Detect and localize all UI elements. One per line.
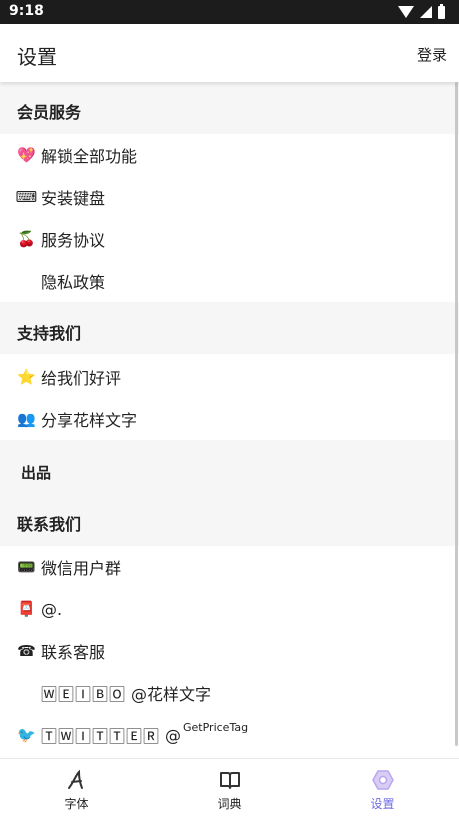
service-agreement-item[interactable]: 🍒 服务协议 (0, 218, 459, 260)
tab-label: 字体 (64, 797, 89, 811)
item-label: 联系客服 (41, 643, 106, 662)
item-label: 分享花样文字 (41, 411, 138, 430)
battery-icon (438, 3, 445, 19)
status-bar: 9:18 (0, 0, 459, 24)
star-icon: ⭐ (17, 367, 36, 386)
people-icon: 👥 (17, 409, 36, 428)
tab-dictionary[interactable]: 词典 (153, 759, 306, 817)
keyboard-icon: ⌨ (15, 187, 38, 206)
weibo-label: 🅆🄴🄸🄱🄾 (41, 685, 127, 704)
twitter-handle-sup: GetPriceTag (183, 720, 249, 734)
missing-glyph-icon (17, 272, 36, 291)
app-bar: 设置 登录 (0, 24, 459, 82)
section-header-member: 会员服务 (0, 82, 459, 134)
settings-list[interactable]: 会员服务 💖 解锁全部功能 ⌨ 安装键盘 🍒 服务协议 隐私政策 支持我们 ⭐ … (0, 82, 459, 758)
item-label: 服务协议 (41, 231, 106, 250)
credit-suffix: 出品 (21, 463, 52, 482)
pager-icon: 📟 (17, 557, 36, 576)
item-label: 解锁全部功能 (41, 147, 138, 166)
status-time: 9:18 (9, 3, 44, 19)
item-label: 安装键盘 (41, 189, 106, 208)
book-icon (220, 772, 240, 789)
item-label: 给我们好评 (41, 369, 122, 388)
missing-glyph-icon (17, 684, 36, 703)
section-header-support: 支持我们 (0, 302, 459, 354)
heart-icon: 💖 (17, 145, 36, 164)
page-title: 设置 (17, 45, 57, 69)
tab-label: 设置 (370, 797, 395, 811)
email-item[interactable]: 📮 @. (0, 588, 459, 630)
settings-icon (372, 770, 394, 790)
weibo-handle: @花样文字 (131, 685, 212, 704)
font-icon (68, 769, 83, 789)
twitter-label: 🅃🅆🄸🅃🅃🄴🅁 (41, 727, 161, 746)
signal-icon (420, 6, 432, 18)
mailbox-icon: 📮 (17, 599, 36, 618)
telephone-icon: ☎ (17, 641, 36, 660)
status-icons (398, 3, 445, 20)
wifi-icon (398, 6, 414, 18)
twitter-handle: @ (165, 725, 182, 745)
cherry-icon: 🍒 (17, 229, 36, 248)
item-label: 微信用户群 (41, 559, 122, 578)
share-app-item[interactable]: 👥 分享花样文字 (0, 398, 459, 440)
tab-font[interactable]: 字体 (0, 759, 153, 817)
privacy-policy-item[interactable]: 隐私政策 (0, 260, 459, 302)
item-label: @. (41, 599, 63, 619)
wechat-group-item[interactable]: 📟 微信用户群 (0, 546, 459, 588)
section-header-contact: 联系我们 (0, 504, 459, 546)
install-keyboard-item[interactable]: ⌨ 安装键盘 (0, 176, 459, 218)
credit-line: 出品 (0, 440, 459, 504)
tab-settings[interactable]: 设置 (306, 759, 459, 817)
rate-us-item[interactable]: ⭐ 给我们好评 (0, 356, 459, 398)
unlock-all-item[interactable]: 💖 解锁全部功能 (0, 134, 459, 176)
tab-label: 词典 (217, 797, 242, 811)
scrollbar[interactable] (455, 82, 458, 746)
twitter-item[interactable]: 🐦 🅃🅆🄸🅃🅃🄴🅁 @ GetPriceTag (0, 714, 459, 756)
customer-service-item[interactable]: ☎ 联系客服 (0, 630, 459, 672)
bottom-nav: 字体 词典 设置 (0, 758, 459, 817)
login-button[interactable]: 登录 (417, 44, 447, 65)
bird-icon: 🐦 (17, 725, 36, 744)
item-label: 隐私政策 (41, 273, 106, 292)
weibo-item[interactable]: 🅆🄴🄸🄱🄾 @花样文字 (0, 672, 459, 714)
